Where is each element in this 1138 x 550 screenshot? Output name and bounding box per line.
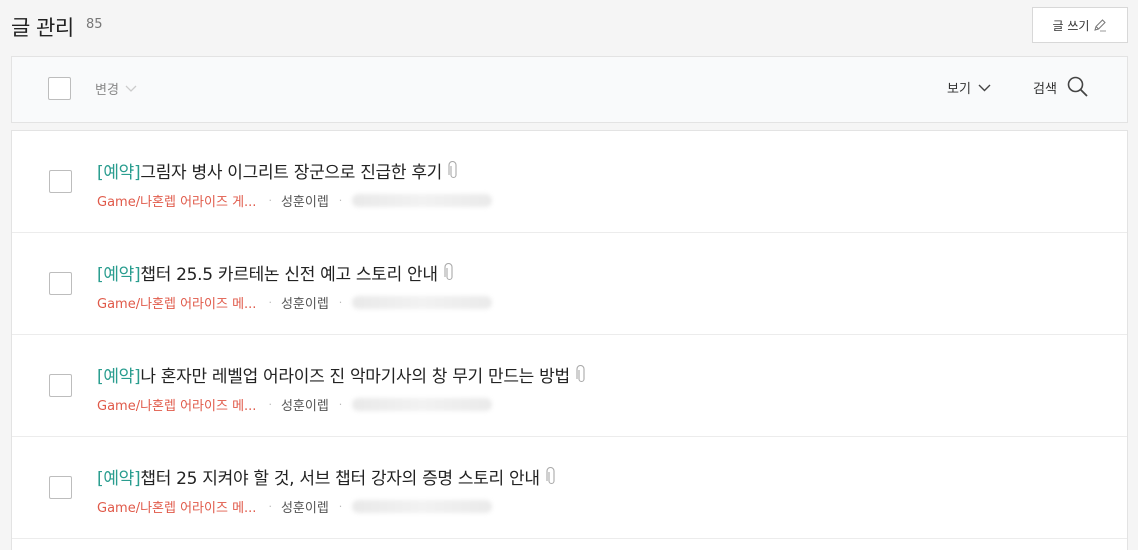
meta-separator: · bbox=[268, 500, 272, 513]
post-author: 성훈이렙 bbox=[280, 195, 329, 210]
chevron-down-icon bbox=[125, 85, 137, 92]
blurred-date bbox=[352, 398, 493, 411]
post-meta: Game/나혼렙 어라이즈 메... · 성훈이렙 · bbox=[97, 293, 493, 312]
paperclip-icon bbox=[444, 263, 453, 281]
reserved-tag: [예약] bbox=[97, 469, 141, 489]
blurred-date bbox=[352, 500, 493, 513]
post-category[interactable]: Game/나혼렙 어라이즈 게... bbox=[97, 191, 256, 210]
chevron-down-icon bbox=[978, 84, 991, 91]
post-list: [예약] 그림자 병사 이그리트 장군으로 진급한 후기 Game/나혼렙 어라… bbox=[11, 130, 1128, 550]
search-label: 검색 bbox=[1033, 82, 1057, 97]
change-label: 변경 bbox=[95, 83, 119, 98]
list-toolbar: 변경 보기 검색 bbox=[11, 56, 1128, 123]
meta-separator: · bbox=[338, 194, 343, 207]
post-category[interactable]: Game/나혼렙 어라이즈 메... bbox=[97, 497, 256, 516]
post-row: [예약] 챕터 25.5 카르테논 신전 예고 스토리 안내 Game/나혼렙 … bbox=[12, 233, 1127, 335]
meta-separator: · bbox=[268, 398, 272, 411]
meta-separator: · bbox=[338, 296, 343, 309]
meta-separator: · bbox=[268, 194, 272, 207]
post-meta: Game/나혼렙 어라이즈 메... · 성훈이렙 · bbox=[97, 395, 493, 414]
paperclip-icon bbox=[576, 365, 585, 383]
search-button[interactable]: 검색 bbox=[1033, 76, 1088, 97]
meta-separator: · bbox=[338, 398, 343, 411]
paperclip-icon bbox=[546, 467, 555, 485]
post-checkbox[interactable] bbox=[49, 272, 72, 295]
post-checkbox[interactable] bbox=[49, 476, 72, 499]
select-all-checkbox[interactable] bbox=[48, 77, 71, 100]
post-category[interactable]: Game/나혼렙 어라이즈 메... bbox=[97, 293, 256, 312]
pencil-icon bbox=[1094, 19, 1107, 32]
post-author: 성훈이렙 bbox=[280, 297, 329, 312]
post-category[interactable]: Game/나혼렙 어라이즈 메... bbox=[97, 395, 256, 414]
reserved-tag: [예약] bbox=[97, 163, 141, 183]
meta-separator: · bbox=[338, 500, 343, 513]
reserved-tag: [예약] bbox=[97, 265, 141, 285]
post-checkbox[interactable] bbox=[49, 170, 72, 193]
post-meta: Game/나혼렙 어라이즈 메... · 성훈이렙 · bbox=[97, 497, 493, 516]
post-title-link[interactable]: [예약] 그림자 병사 이그리트 장군으로 진급한 후기 bbox=[97, 158, 459, 183]
post-row: [예약] 챕터 25 지켜야 할 것, 서브 챕터 강자의 증명 스토리 안내 … bbox=[12, 437, 1127, 539]
post-count: 85 bbox=[86, 17, 103, 32]
meta-separator: · bbox=[268, 296, 272, 309]
post-title: 나 혼자만 레벨업 어라이즈 진 악마기사의 창 무기 만드는 방법 bbox=[140, 367, 570, 387]
post-title-link[interactable]: [예약] 챕터 25 지켜야 할 것, 서브 챕터 강자의 증명 스토리 안내 bbox=[97, 464, 557, 489]
write-post-button[interactable]: 글 쓰기 bbox=[1032, 7, 1128, 43]
change-dropdown[interactable]: 변경 bbox=[95, 79, 137, 98]
post-checkbox[interactable] bbox=[49, 374, 72, 397]
post-title-link[interactable]: [예약] 나 혼자만 레벨업 어라이즈 진 악마기사의 창 무기 만드는 방법 bbox=[97, 362, 587, 387]
paperclip-icon bbox=[448, 161, 457, 179]
view-dropdown[interactable]: 보기 bbox=[947, 78, 991, 97]
post-title: 챕터 25 지켜야 할 것, 서브 챕터 강자의 증명 스토리 안내 bbox=[140, 469, 540, 489]
post-author: 성훈이렙 bbox=[280, 501, 329, 516]
post-title: 챕터 25.5 카르테논 신전 예고 스토리 안내 bbox=[140, 265, 438, 285]
reserved-tag: [예약] bbox=[97, 367, 141, 387]
post-title-link[interactable]: [예약] 챕터 25.5 카르테논 신전 예고 스토리 안내 bbox=[97, 260, 455, 285]
page-title: 글 관리 bbox=[11, 16, 74, 40]
page-header: 글 관리 85 글 쓰기 bbox=[0, 0, 1138, 55]
blurred-date bbox=[352, 296, 493, 309]
post-title: 그림자 병사 이그리트 장군으로 진급한 후기 bbox=[140, 163, 442, 183]
post-row: [예약] 그림자 병사 이그리트 장군으로 진급한 후기 Game/나혼렙 어라… bbox=[12, 131, 1127, 233]
search-icon bbox=[1067, 76, 1088, 97]
post-author: 성훈이렙 bbox=[280, 399, 329, 414]
write-button-label: 글 쓰기 bbox=[1052, 18, 1090, 33]
blurred-date bbox=[352, 194, 493, 207]
post-row: [예약] 나 혼자만 레벨업 어라이즈 진 악마기사의 창 무기 만드는 방법 … bbox=[12, 335, 1127, 437]
view-label: 보기 bbox=[947, 82, 971, 97]
post-meta: Game/나혼렙 어라이즈 게... · 성훈이렙 · bbox=[97, 191, 493, 210]
